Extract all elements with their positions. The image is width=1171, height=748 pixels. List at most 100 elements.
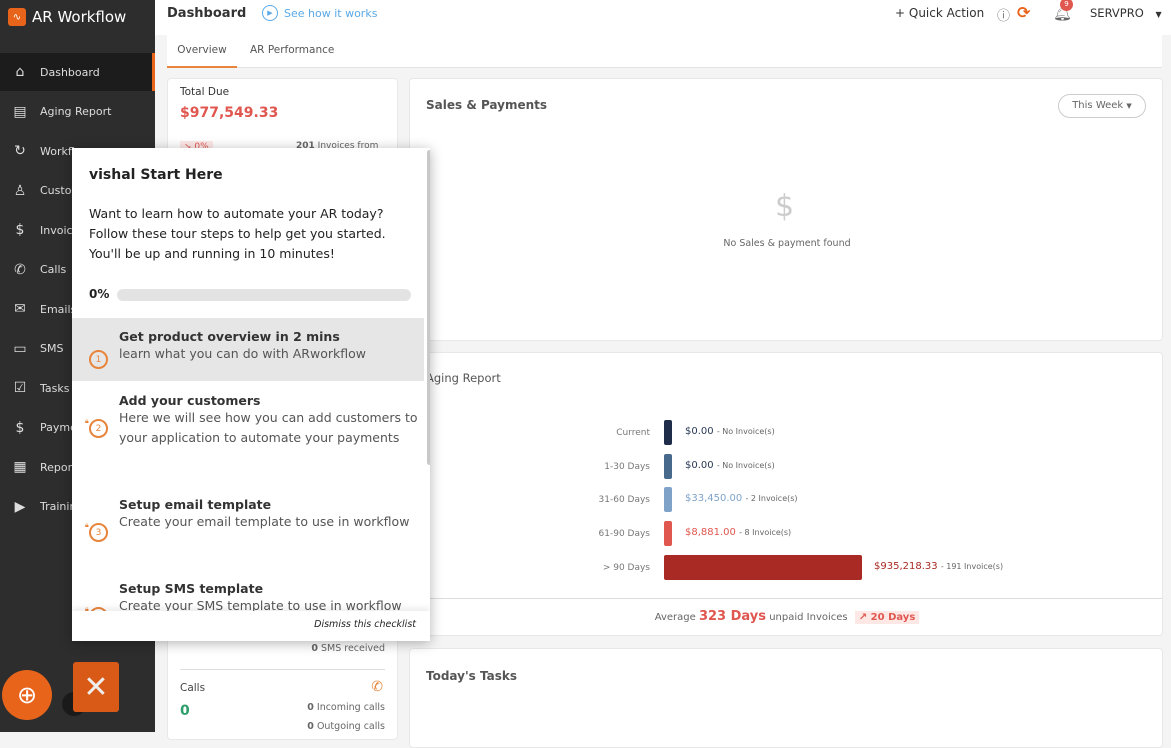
calls-total: 0 [180, 703, 190, 719]
avg-prefix: Average [654, 612, 696, 623]
invoice-icon: $ [15, 222, 25, 238]
sales-payments-card: Sales & Payments This Week ▼ $ No Sales … [409, 78, 1163, 341]
invoice-count: - 8 Invoice(s) [739, 528, 792, 538]
sms-count: 0 [311, 643, 318, 654]
phone-icon: ✆ [371, 679, 383, 695]
sidebar-item-label: Aging Report [40, 105, 112, 118]
scrollbar[interactable] [427, 150, 430, 465]
amount-value: $0.00 [685, 426, 714, 437]
phone-icon: ✆ [14, 261, 26, 278]
step-title: Setup email template [119, 497, 272, 512]
divider [180, 669, 385, 670]
step-title: Get product overview in 2 mins [119, 329, 340, 344]
aging-bar[interactable] [664, 453, 672, 479]
aging-amount: $8,881.00 - 8 Invoice(s) [685, 527, 791, 538]
sidebar-item-label: Dashboard [40, 65, 100, 79]
avg-change-badge: ↗ 20 Days [854, 611, 920, 624]
checklist-step[interactable]: 🔒︎ 3 Setup email template Create your em… [72, 497, 424, 542]
divider [410, 598, 1162, 599]
lock-icon: 🔒︎ [85, 521, 89, 529]
caret-down-icon: ▼ [1126, 102, 1132, 110]
close-checklist-button[interactable]: ✕ [73, 662, 119, 712]
aging-bar[interactable] [664, 487, 672, 513]
period-value: This Week [1072, 100, 1124, 111]
outgoing-label: Outgoing calls [316, 721, 385, 732]
refresh-icon[interactable]: ⟳ [1017, 3, 1030, 22]
aging-amount: $0.00 - No Invoice(s) [685, 426, 775, 437]
aging-report-card: Aging Report Current $0.00 - No Invoice(… [409, 352, 1163, 636]
aging-row-label: 61-90 Days [598, 529, 650, 540]
sidebar-item-label: Emails [40, 302, 77, 316]
progress-bar [117, 289, 411, 301]
lock-icon: 🔒︎ [85, 417, 89, 425]
total-due-label: Total Due [180, 86, 230, 98]
amount-value: $935,218.33 [874, 560, 938, 572]
period-dropdown[interactable]: This Week ▼ [1058, 94, 1146, 118]
tab-overview[interactable]: Overview [167, 35, 237, 68]
sidebar-item-dashboard[interactable]: ⌂ Dashboard [0, 53, 155, 91]
sidebar-item-label: Calls [40, 263, 67, 276]
workflow-icon: ↻ [14, 143, 26, 159]
amount-value: $0.00 [685, 459, 714, 471]
info-icon[interactable]: ⓘ [997, 5, 1010, 24]
invoice-count: - No Invoice(s) [716, 460, 775, 470]
checklist-step[interactable]: 🔒︎ 2 Add your customers Here we will see… [72, 393, 424, 448]
lifebuoy-icon: ⊕ [16, 681, 38, 709]
user-menu[interactable]: SERVPRO ▼ [1090, 6, 1162, 20]
see-how-link[interactable]: ▶ See how it works [262, 5, 377, 21]
aging-amount: $935,218.33 - 191 Invoice(s) [874, 561, 1003, 572]
dismiss-checklist-link[interactable]: Dismiss this checklist [314, 619, 416, 630]
aging-row-label: 1-30 Days [604, 461, 650, 472]
aging-row-label: 31-60 Days [598, 495, 650, 506]
chart-icon: ▤ [13, 103, 27, 120]
logo-icon: ∿ [8, 8, 26, 26]
tab-ar-performance[interactable]: AR Performance [250, 35, 334, 68]
step-description: Create your email template to use in wor… [119, 514, 410, 529]
help-button[interactable]: ⊕ [2, 670, 52, 720]
tasks-title: Today's Tasks [426, 669, 517, 683]
sidebar-item-label: SMS [40, 342, 64, 355]
step-number: 3 [89, 523, 108, 542]
step-title: Setup SMS template [119, 581, 264, 596]
report-icon: ▦ [13, 459, 27, 475]
average-days: Average 323 Days unpaid Invoices ↗ 20 Da… [410, 609, 1164, 624]
quick-action-button[interactable]: + Quick Action [895, 6, 984, 20]
invoice-count: - No Invoice(s) [716, 427, 775, 436]
step-description: learn what you can do with ARworkflow [119, 346, 366, 361]
invoice-count: - 2 Invoice(s) [745, 494, 798, 504]
step-number: 1 [89, 350, 108, 369]
total-due-amount: $977,549.33 [180, 105, 279, 121]
close-icon: ✕ [83, 669, 109, 705]
sales-title: Sales & Payments [426, 98, 548, 112]
page-title: Dashboard [167, 6, 247, 21]
aging-row-label: > 90 Days [602, 562, 650, 573]
checklist-title: vishal Start Here [89, 167, 223, 183]
aging-bar[interactable] [664, 521, 672, 547]
aging-amount: $33,450.00 - 2 Invoice(s) [685, 493, 798, 504]
aging-bar[interactable] [664, 554, 862, 580]
step-number: 2 [89, 419, 108, 438]
home-icon: ⌂ [15, 64, 25, 80]
progress-label: 0% [89, 287, 110, 301]
avg-days: 323 Days [698, 609, 767, 624]
app-logo[interactable]: ∿ AR Workflow [8, 8, 126, 26]
play-icon: ▶ [14, 498, 26, 515]
aging-bar[interactable] [664, 420, 672, 445]
aging-amount: $0.00 - No Invoice(s) [685, 460, 775, 471]
tab-bar: Overview AR Performance [167, 35, 1162, 68]
mail-icon: ✉ [14, 301, 26, 317]
sms-label: SMS received [320, 643, 385, 654]
sidebar-item-aging-report[interactable]: ▤ Aging Report [0, 93, 155, 131]
outgoing-count: 0 [307, 721, 314, 732]
aging-title: Aging Report [426, 371, 501, 385]
user-icon: ♙ [13, 182, 27, 199]
play-circle-icon: ▶ [262, 5, 278, 21]
step-title: Add your customers [119, 393, 261, 408]
incoming-count: 0 [307, 702, 314, 713]
dollar-icon: $ [775, 189, 795, 224]
amount-value: $33,450.00 [685, 493, 743, 505]
step-description: Here we will see how you can add custome… [119, 410, 418, 445]
checklist-step[interactable]: 1 Get product overview in 2 mins learn w… [72, 329, 424, 369]
amount-value: $8,881.00 [685, 527, 736, 539]
avg-suffix: unpaid Invoices [769, 612, 848, 623]
